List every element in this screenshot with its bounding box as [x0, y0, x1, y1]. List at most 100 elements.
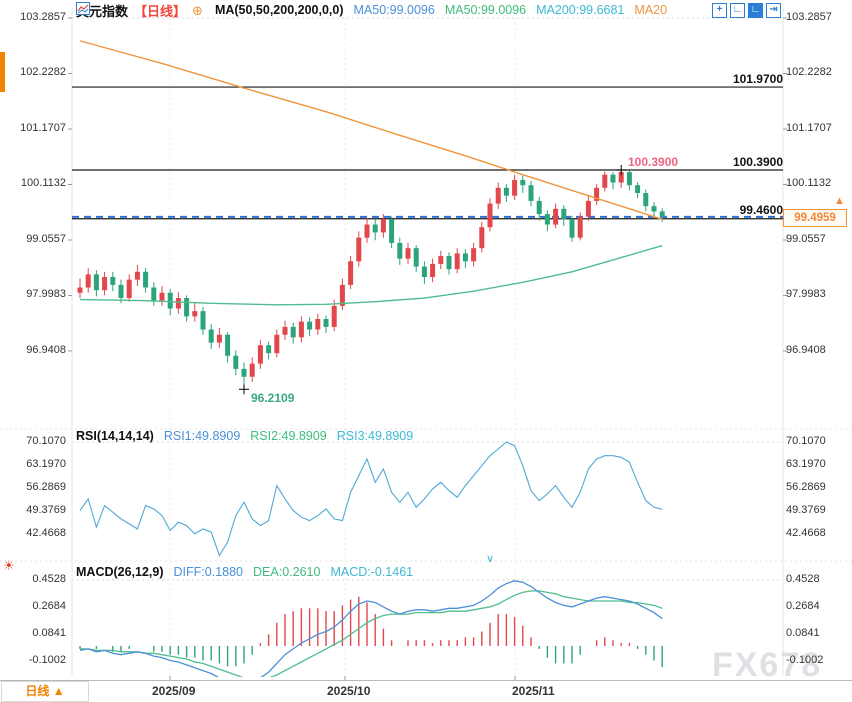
candle-body: [332, 306, 337, 327]
price-axis-label-right: 102.2282: [786, 66, 848, 78]
price-axis-label-left: 100.1132: [0, 177, 66, 189]
rsi1-value: RSI1:49.8909: [164, 429, 240, 443]
candle-body: [570, 219, 575, 237]
price-axis-label-right: 96.9408: [786, 344, 848, 356]
candle-body: [365, 225, 370, 238]
candle-body: [471, 248, 476, 261]
ma50-value-2: MA50:99.0096: [445, 3, 526, 17]
candle-body: [160, 293, 165, 301]
candle-body: [504, 188, 509, 196]
macd-axis-label-right: 0.2684: [786, 600, 848, 612]
candle-body: [78, 288, 83, 293]
macd-axis-label-left: 0.2684: [0, 600, 66, 612]
month-label-sep: 2025/09: [152, 684, 195, 698]
candle-body: [356, 238, 361, 262]
candle-body: [94, 274, 99, 290]
rsi3-value: RSI3:49.8909: [337, 429, 413, 443]
candle-body: [135, 272, 140, 280]
price-axis-label-right: 97.9983: [786, 288, 848, 300]
go-latest-icon[interactable]: ⇥: [766, 3, 781, 18]
candle-body: [627, 172, 632, 185]
macd-params: MACD(26,12,9): [76, 565, 164, 579]
price-axis-label-right: 99.0557: [786, 233, 848, 245]
price-axis-label-left: 99.0557: [0, 233, 66, 245]
rsi-header: RSI(14,14,14) RSI1:49.8909 RSI2:49.8909 …: [76, 429, 413, 443]
candle-body: [496, 188, 501, 204]
candle-body: [520, 180, 525, 185]
price-axis-label-left: 97.9983: [0, 288, 66, 300]
candle-body: [242, 369, 247, 377]
indicator-settings-icon[interactable]: ☀: [3, 558, 15, 574]
period-selector-button[interactable]: 日线 ▲: [1, 681, 89, 702]
candle-body: [201, 311, 206, 329]
price-axis-label-left: 103.2857: [0, 11, 66, 23]
price-axis-label-left: 101.1707: [0, 122, 66, 134]
candle-body: [455, 253, 460, 269]
candle-body: [447, 256, 452, 269]
candle-body: [602, 175, 607, 188]
candle-body: [438, 256, 443, 264]
chart-toolbar: + ∟ ∟ ⇥: [712, 3, 781, 18]
high-price-tag: 100.3900: [628, 155, 678, 169]
macd-pane: [80, 581, 662, 687]
rsi-params: RSI(14,14,14): [76, 429, 154, 443]
macd-axis-label-right: 0.0841: [786, 627, 848, 639]
dropdown-arrow-icon: ▲: [53, 684, 65, 698]
macd-axis-label-left: 0.4528: [0, 573, 66, 585]
chart-header: 美元指数【日线】 ⊕ MA(50,50,200,200,0,0) MA50:99…: [76, 2, 667, 18]
ma-green-line: [80, 246, 662, 305]
candle-body: [86, 274, 91, 287]
macd-axis-label-left: 0.0841: [0, 627, 66, 639]
rsi-axis-label-left: 49.3769: [0, 504, 66, 516]
candle-body: [184, 298, 189, 316]
price-axis-label-right: 100.1132: [786, 177, 848, 189]
ma-orange-line: [80, 41, 662, 219]
candle-body: [373, 225, 378, 233]
candle-body: [217, 335, 222, 343]
candle-body: [348, 261, 353, 285]
axis-range-icon[interactable]: ∟: [730, 3, 745, 18]
candle-body: [176, 298, 181, 308]
rsi-axis-label-left: 42.4668: [0, 527, 66, 539]
add-indicator-icon[interactable]: ⊕: [192, 4, 203, 17]
rsi-axis-label-right: 42.4668: [786, 527, 848, 539]
low-price-tag: 96.2109: [251, 391, 294, 405]
macd-value: MACD:-0.1461: [330, 565, 413, 579]
chart-graphics: [0, 0, 852, 702]
candle-body: [430, 264, 435, 277]
candle-body: [529, 185, 534, 201]
rsi2-value: RSI2:49.8909: [250, 429, 326, 443]
rsi-axis-label-left: 63.1970: [0, 458, 66, 470]
rsi-axis-label-right: 70.1070: [786, 435, 848, 447]
candle-body: [291, 327, 296, 337]
rsi-axis-label-right: 63.1970: [786, 458, 848, 470]
price-axis-label-left: 96.9408: [0, 344, 66, 356]
candle-body: [578, 217, 583, 238]
current-price-box: 99.4959: [783, 209, 847, 227]
ma20-label: MA20: [634, 3, 667, 17]
candle-body: [225, 335, 230, 356]
bottom-bar: [0, 680, 852, 702]
candle-body: [110, 277, 115, 285]
level-label-support: 99.4600: [76, 203, 783, 217]
candle-body: [250, 364, 255, 377]
dea-line: [80, 591, 662, 680]
ma-settings-label: MA(50,50,200,200,0,0): [215, 3, 344, 17]
candle-body: [414, 248, 419, 266]
candle-body: [324, 319, 329, 327]
macd-axis-label-right: 0.4528: [786, 573, 848, 585]
period-tag: 【日线】: [134, 1, 186, 20]
month-label-nov: 2025/11: [512, 684, 555, 698]
price-axis-label-right: 103.2857: [786, 11, 848, 23]
pane-collapse-icon[interactable]: ∨: [486, 552, 494, 565]
chart-window: 美元指数【日线】 ⊕ MA(50,50,200,200,0,0) MA50:99…: [0, 0, 852, 702]
candle-body: [274, 335, 279, 353]
month-label-oct: 2025/10: [327, 684, 370, 698]
auto-scale-icon[interactable]: ∟: [748, 3, 763, 18]
price-axis-label-right: 101.1707: [786, 122, 848, 134]
price-up-arrow-icon: ▲: [834, 195, 845, 207]
chart-canvas[interactable]: [0, 0, 852, 702]
pan-icon[interactable]: +: [712, 3, 727, 18]
candle-body: [512, 180, 517, 196]
rsi-axis-label-left: 70.1070: [0, 435, 66, 447]
